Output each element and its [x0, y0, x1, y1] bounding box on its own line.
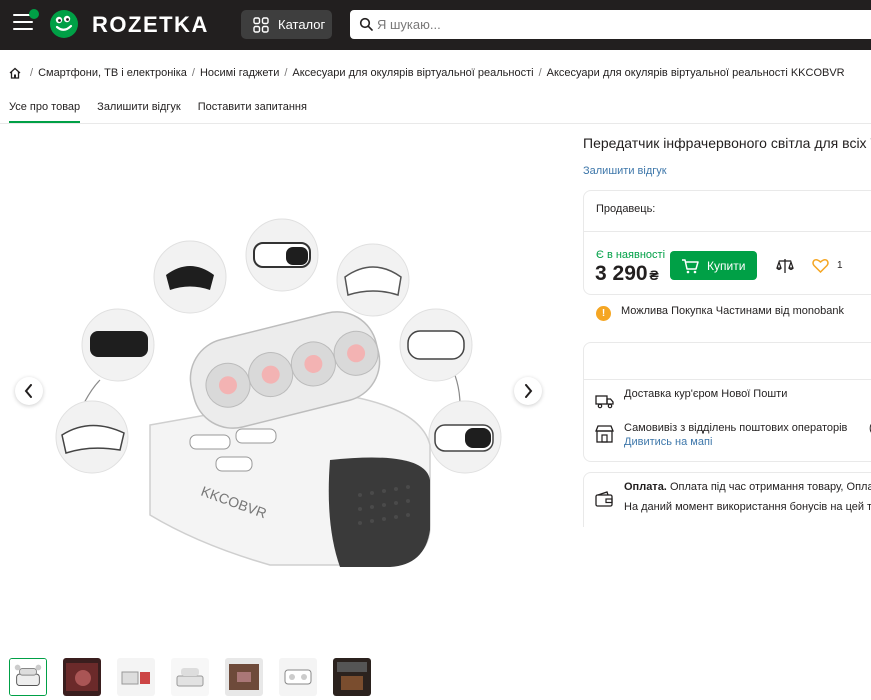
- monobank-installments[interactable]: ! Можлива Покупка Частинами від monobank: [583, 300, 871, 330]
- grid-icon: [253, 17, 269, 33]
- payment-methods: Оплата під час отримання товару, Оплата …: [669, 481, 871, 493]
- breadcrumb-link[interactable]: Аксесуари для окулярів віртуальної реаль…: [292, 67, 533, 79]
- search-icon[interactable]: [359, 17, 373, 31]
- price-currency: ₴: [649, 267, 659, 283]
- logo-smile-icon[interactable]: [49, 9, 79, 39]
- seller-label: Продавець:: [596, 203, 656, 215]
- tabs-divider: [0, 123, 871, 124]
- product-image[interactable]: KKCOBVR: [40, 195, 540, 595]
- wallet-icon: [595, 491, 613, 507]
- thumbnail[interactable]: [171, 658, 209, 696]
- thumbnail[interactable]: [63, 658, 101, 696]
- thumbnail[interactable]: [9, 658, 47, 696]
- price-value: 3 290: [595, 262, 648, 285]
- tab-all-about-product[interactable]: Усе про товар: [9, 101, 81, 123]
- site-header: ROZETKA Каталог: [0, 0, 871, 50]
- pickup-text: Самовивіз з відділень поштових операторі…: [624, 422, 848, 434]
- leave-review-link[interactable]: Залишити відгук: [583, 165, 667, 177]
- purchase-card: Продавець: Є в наявності 3 290 ₴ Купити …: [583, 190, 871, 295]
- thumbnail[interactable]: [117, 658, 155, 696]
- info-icon: !: [596, 306, 611, 321]
- catalog-button[interactable]: Каталог: [241, 10, 332, 39]
- truck-icon: [595, 395, 614, 409]
- courier-delivery-text: Доставка кур'єром Нової Пошти: [624, 388, 788, 400]
- tab-leave-review[interactable]: Залишити відгук: [97, 101, 181, 123]
- wishlist-count: 1: [837, 260, 843, 271]
- buy-button[interactable]: Купити: [670, 251, 757, 280]
- thumbnail-strip: [9, 658, 387, 696]
- gallery-next-button[interactable]: [514, 377, 542, 405]
- payment-label: Оплата.: [624, 481, 667, 493]
- monobank-text: Можлива Покупка Частинами від monobank: [621, 305, 844, 317]
- notification-dot: [29, 9, 39, 19]
- bonus-text: На даний момент використання бонусів на …: [624, 501, 871, 513]
- thumbnail[interactable]: [279, 658, 317, 696]
- home-icon[interactable]: [9, 67, 21, 79]
- breadcrumb-link[interactable]: Носимі гаджети: [200, 67, 279, 79]
- chevron-right-icon: [525, 384, 533, 398]
- breadcrumb: / Смартфони, ТВ і електроніка / Носимі г…: [9, 67, 845, 79]
- compare-icon[interactable]: [776, 258, 794, 274]
- thumbnail[interactable]: [225, 658, 263, 696]
- search-input[interactable]: [377, 10, 857, 39]
- catalog-label: Каталог: [278, 17, 326, 32]
- stock-status: Є в наявності: [596, 249, 666, 261]
- breadcrumb-link[interactable]: Смартфони, ТВ і електроніка: [38, 67, 187, 79]
- logo-text[interactable]: ROZETKA: [92, 12, 209, 38]
- store-icon: [595, 425, 614, 443]
- tab-ask-question[interactable]: Поставити запитання: [198, 101, 307, 123]
- gallery-prev-button[interactable]: [15, 377, 43, 405]
- heart-icon[interactable]: [812, 258, 829, 273]
- chevron-left-icon: [24, 384, 32, 398]
- thumbnail[interactable]: [333, 658, 371, 696]
- cart-icon: [682, 259, 699, 274]
- breadcrumb-link[interactable]: Аксесуари для окулярів віртуальної реаль…: [547, 67, 845, 79]
- delivery-card: Доставка кур'єром Нової Пошти Самовивіз …: [583, 342, 871, 462]
- search-bar: [350, 10, 871, 39]
- view-on-map-link[interactable]: Дивитись на мапі: [624, 436, 712, 448]
- product-price: 3 290 ₴: [595, 262, 659, 286]
- buy-label: Купити: [707, 259, 746, 273]
- ir-device: KKCOBVR: [149, 311, 431, 567]
- payment-card: Оплата. Оплата під час отримання товару,…: [583, 472, 871, 527]
- product-tabs: Усе про товар Залишити відгук Поставити …: [9, 101, 324, 123]
- product-title: Передатчик інфрачервоного світла для всі…: [583, 135, 871, 151]
- payment-text: Оплата. Оплата під час отримання товару,…: [624, 481, 871, 493]
